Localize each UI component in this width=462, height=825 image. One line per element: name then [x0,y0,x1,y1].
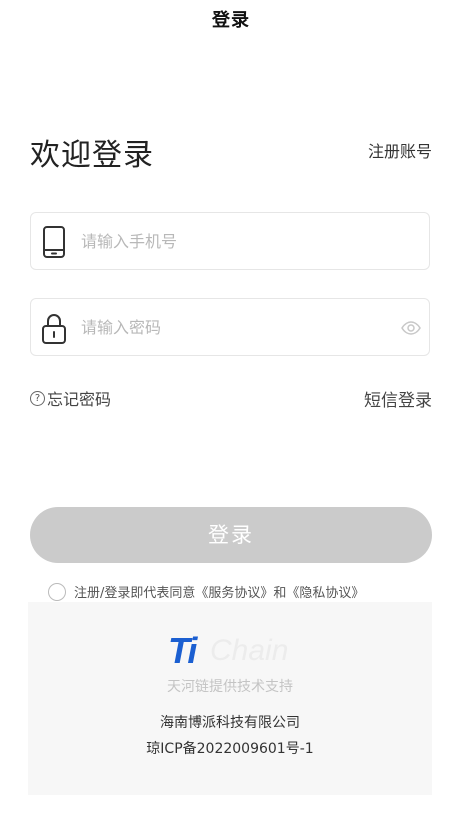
register-account-link[interactable]: 注册账号 [368,138,432,162]
agreement-checkbox[interactable] [48,582,66,601]
phone-field[interactable] [30,212,430,270]
phone-icon [43,226,65,258]
password-input[interactable] [81,299,401,355]
forgot-password-link[interactable]: ? 忘记密码 [30,386,111,410]
tichain-logo-chain: Chain [210,634,289,667]
lock-icon [42,314,66,344]
forgot-password-label: 忘记密码 [47,390,112,409]
phone-input[interactable] [81,213,401,269]
eye-icon[interactable] [401,318,421,338]
question-icon: ? [30,390,45,406]
page-title: 登录 [212,10,250,31]
company-name: 海南博派科技有限公司 [160,715,300,731]
tichain-logo: Ti [168,630,197,671]
password-field[interactable] [30,298,430,356]
welcome-heading: 欢迎登录 [30,138,154,173]
footer-panel: Ti Chain 天河链提供技术支持 海南博派科技有限公司 琼ICP备20220… [28,602,432,795]
sms-login-link[interactable]: 短信登录 [364,386,432,411]
tech-support-text: 天河链提供技术支持 [167,679,293,695]
login-button[interactable]: 登录 [30,507,432,563]
icp-record: 琼ICP备2022009601号-1 [146,741,314,757]
agreement-text[interactable]: 注册/登录即代表同意《服务协议》和《隐私协议》 [74,582,364,601]
agreement-row: 注册/登录即代表同意《服务协议》和《隐私协议》 [48,582,364,601]
